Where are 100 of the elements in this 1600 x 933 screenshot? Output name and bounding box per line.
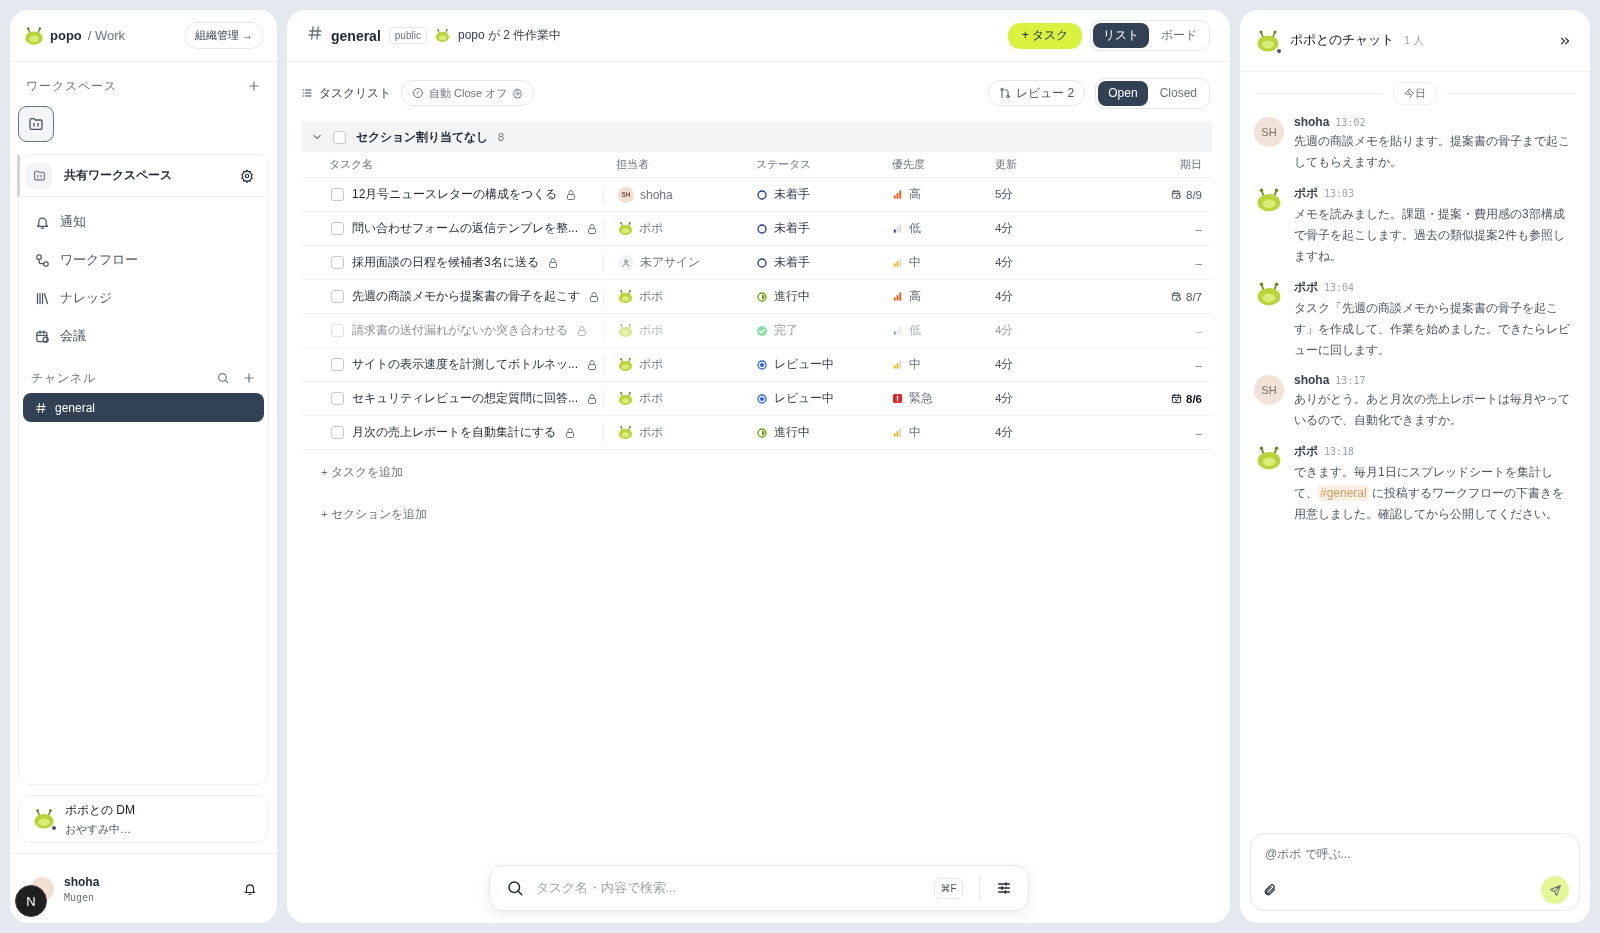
task-row[interactable]: 月次の売上レポートを自動集計にする ポポ 進行中 中 4分 – (301, 416, 1212, 450)
dm-title: ポポとの DM (65, 801, 135, 819)
checkbox[interactable] (331, 358, 344, 371)
user-avatar: SH (1254, 117, 1284, 147)
nav-item[interactable]: ナレッジ (27, 279, 260, 317)
folder-icon (28, 116, 44, 132)
signal-bars-icon (892, 223, 903, 234)
lock-icon (586, 392, 598, 405)
workspace-name[interactable]: 共有ワークスペース (64, 167, 228, 184)
nav-item[interactable]: 通知 (27, 203, 260, 241)
hash-icon (35, 401, 47, 414)
filter-sliders-icon[interactable] (995, 880, 1012, 896)
signal-bars-icon (892, 189, 903, 200)
due-date: 8/7 (1186, 290, 1202, 303)
lock-icon (565, 188, 578, 201)
message-text: ありがとう。あと月次の売上レポートは毎月やっているので、自動化できますか。 (1294, 391, 1571, 429)
checkbox[interactable] (331, 290, 344, 303)
task-row[interactable]: サイトの表示速度を計測してボトルネッ... ポポ レビュー中 中 4分 – (301, 348, 1212, 382)
message-time: 13:18 (1324, 446, 1355, 457)
auto-close-button[interactable]: 自動 Close オフ (401, 80, 535, 106)
new-task-button[interactable]: + タスク (1007, 22, 1082, 49)
task-row[interactable]: セキュリティレビューの想定質問に回答... ポポ レビュー中 緊急 4分 8/6 (301, 382, 1212, 416)
bell-icon[interactable] (243, 881, 257, 896)
circle-icon (756, 222, 768, 235)
updated-time: 4分 (995, 221, 1015, 236)
org-settings-button[interactable]: 組織管理 → (184, 22, 263, 49)
checkbox[interactable] (331, 426, 344, 439)
half-circle-icon (756, 290, 768, 303)
nav-item[interactable]: ワークフロー (27, 241, 260, 279)
task-row[interactable]: 問い合わせフォームの返信テンプレを整... ポポ 未着手 低 4分 – (301, 212, 1212, 246)
review-filter-button[interactable]: レビュー 2 (988, 80, 1086, 106)
message-text: タスク「先週の商談メモから提案書の骨子を起こす」を作成して、作業を始めました。できたらレビューに回します。 (1294, 300, 1571, 359)
status-label: レビュー中 (774, 391, 834, 406)
add-section-button[interactable]: + セクションを追加 (301, 504, 427, 524)
plus-icon[interactable] (242, 371, 256, 385)
checkbox[interactable] (331, 392, 344, 405)
column-header: 優先度 (892, 157, 926, 172)
due-date: 8/6 (1186, 392, 1202, 405)
task-name: 月次の売上レポートを自動集計にする (352, 424, 556, 441)
workspace-path: / Work (87, 28, 126, 43)
task-name: 請求書の送付漏れがないか突き合わせる (352, 322, 568, 339)
checkbox[interactable] (331, 222, 344, 235)
task-name: 12月号ニュースレターの構成をつくる (352, 186, 558, 203)
priority-label: 中 (909, 357, 921, 372)
task-name: セキュリティレビューの想定質問に回答... (352, 390, 578, 407)
mascot-icon (1256, 445, 1282, 471)
filter-tab[interactable]: Closed (1149, 80, 1207, 106)
author-name: shoha (1294, 115, 1330, 129)
status-label: 未着手 (774, 255, 810, 270)
library-icon (35, 290, 50, 306)
message-text: メモを読みました。課題・提案・費用感の3部構成で骨子を起こします。過去の類似提案2件も参照しますね。 (1294, 206, 1566, 265)
status-label: 未着手 (774, 187, 810, 202)
channel-name: general (331, 27, 381, 44)
column-header: タスク名 (328, 157, 374, 172)
add-task-button[interactable]: + タスクを追加 (301, 462, 403, 482)
dev-badge[interactable]: N (15, 885, 47, 917)
workflow-icon (35, 252, 50, 268)
signal-bars-icon (892, 325, 903, 336)
mascot-icon (1256, 28, 1280, 53)
plus-icon[interactable] (247, 79, 261, 93)
paperclip-icon[interactable] (1263, 883, 1277, 897)
mascot-icon (618, 323, 633, 338)
task-row[interactable]: 請求書の送付漏れがないか突き合わせる ポポ 完了 低 4分 – (301, 314, 1212, 348)
signal-bars-icon (892, 257, 903, 268)
author-name: ポポ (1294, 443, 1318, 460)
checkbox[interactable] (331, 324, 344, 337)
lock-icon (576, 324, 588, 337)
nav-item[interactable]: 会議 (27, 317, 260, 355)
view-tab[interactable]: ボード (1151, 23, 1207, 48)
task-name: 先週の商談メモから提案書の骨子を起こす (352, 288, 580, 305)
channel-item[interactable]: general (23, 393, 264, 422)
lock-icon (588, 290, 600, 303)
filter-tab[interactable]: Open (1098, 80, 1148, 106)
mascot-icon (1256, 281, 1282, 307)
mascot-icon (618, 221, 633, 236)
task-row[interactable]: 先週の商談メモから提案書の骨子を起こす ポポ 進行中 高 4分 8/7 (301, 280, 1212, 314)
search-bar[interactable]: タスク名・内容で検索... ⌘F (488, 865, 1029, 911)
mascot-icon (618, 289, 633, 304)
empty-date: – (1195, 358, 1202, 371)
checkbox[interactable] (333, 130, 346, 144)
settings-icon[interactable] (240, 168, 254, 183)
checkbox[interactable] (331, 188, 344, 201)
task-row[interactable]: 採用面談の日程を候補者3名に送る 未アサイン 未着手 中 4分 – (301, 246, 1212, 280)
mascot-icon (618, 391, 633, 406)
member-count: 1 人 (1404, 33, 1426, 48)
workspace-button[interactable] (18, 106, 54, 142)
status-label: 進行中 (774, 425, 810, 440)
section-label: ワークスペース (26, 77, 117, 95)
circle-icon (756, 256, 768, 269)
shortcut-key: ⌘F (934, 877, 963, 899)
view-tab[interactable]: リスト (1093, 23, 1149, 48)
check-circle-icon (756, 324, 768, 337)
checkbox[interactable] (331, 256, 344, 269)
search-icon[interactable] (216, 371, 230, 385)
task-name: 問い合わせフォームの返信テンプレを整... (352, 220, 578, 237)
section-label: チャンネル (31, 369, 97, 387)
message-composer[interactable]: @ポポ で呼ぶ... (1250, 833, 1580, 911)
dm-card[interactable]: ポポとの DM おやすみ中… (18, 795, 269, 843)
empty-date: – (1195, 222, 1202, 235)
send-button[interactable] (1541, 876, 1569, 904)
